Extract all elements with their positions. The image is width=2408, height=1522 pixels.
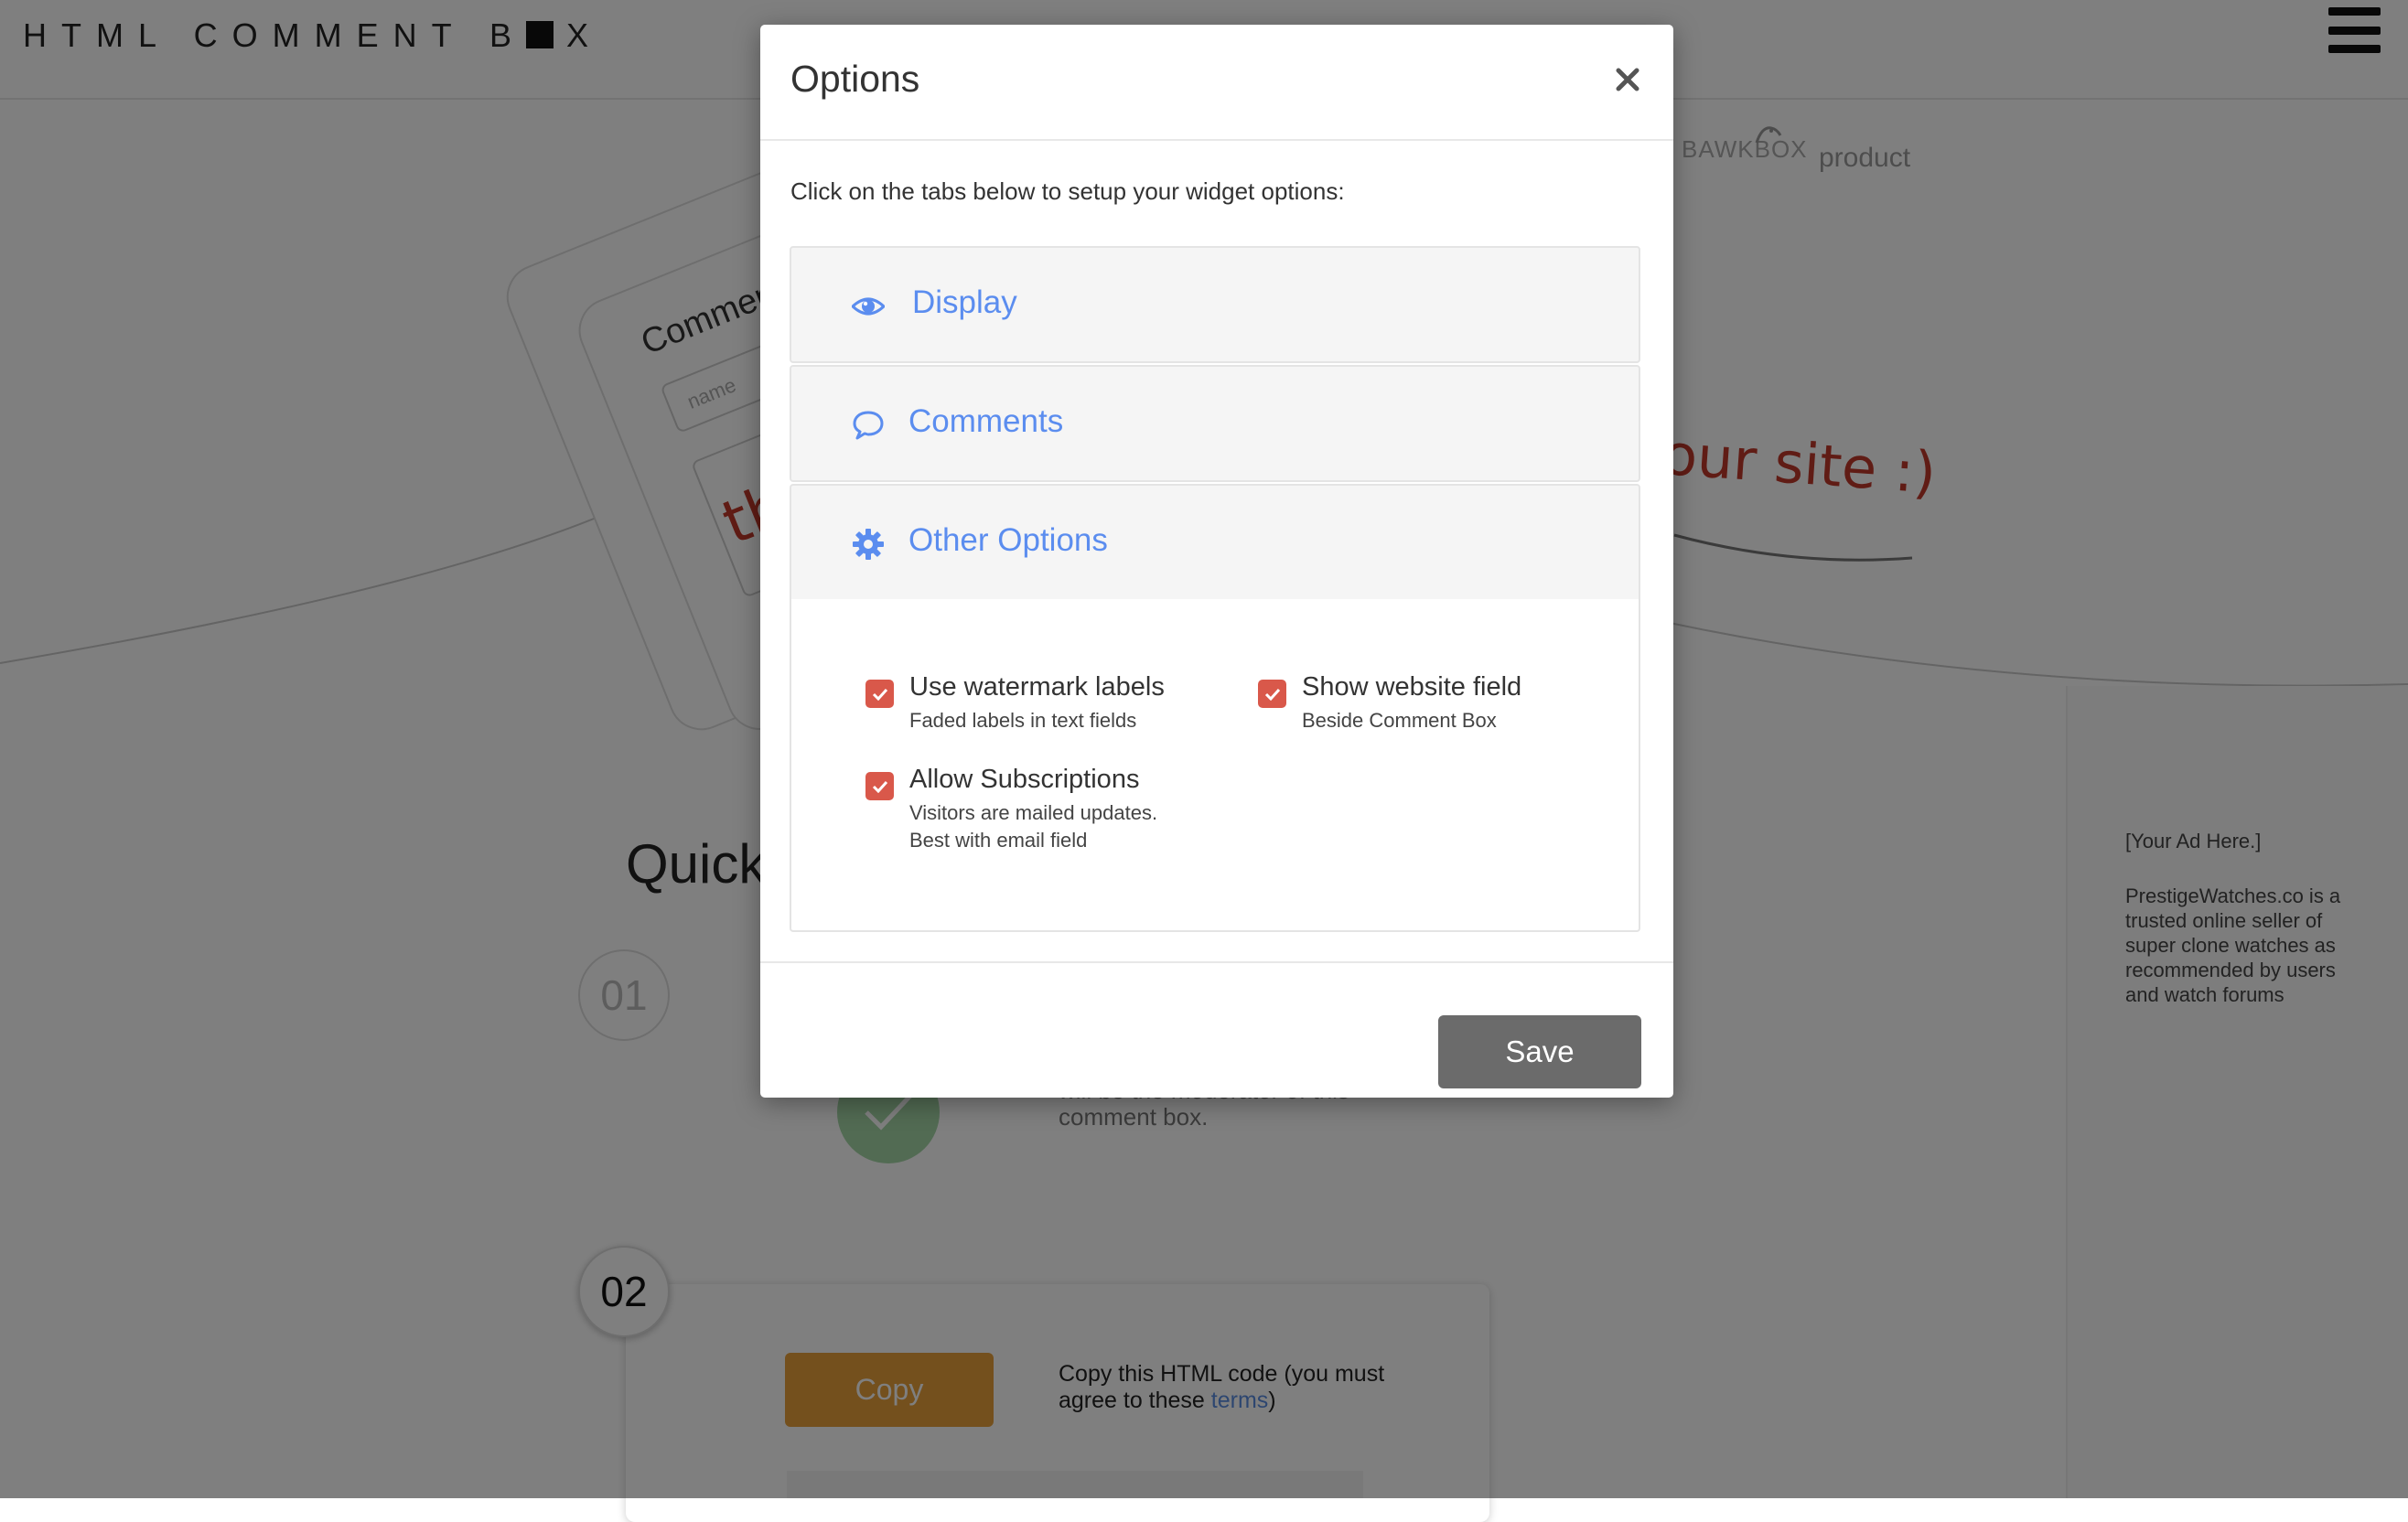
- tab-comments[interactable]: Comments: [790, 365, 1640, 482]
- tab-comments-label: Comments: [908, 403, 1064, 439]
- watermark-labels-checkbox[interactable]: [865, 680, 894, 708]
- option-description: Beside Comment Box: [1302, 709, 1497, 732]
- option-title: Allow Subscriptions: [909, 765, 1140, 794]
- option-title: Show website field: [1302, 672, 1522, 702]
- subscriptions-checkbox[interactable]: [865, 772, 894, 800]
- checkmark-icon: [1264, 688, 1280, 701]
- website-field-checkbox[interactable]: [1258, 680, 1286, 708]
- option-description-2: Best with email field: [909, 829, 1088, 852]
- option-title: Use watermark labels: [909, 672, 1165, 702]
- modal-footer: Save: [760, 961, 1673, 1099]
- checkmark-icon: [872, 688, 887, 701]
- tab-display-label: Display: [912, 284, 1017, 320]
- tab-other-options[interactable]: Other Options: [790, 484, 1640, 601]
- tab-display[interactable]: Display: [790, 246, 1640, 363]
- close-icon[interactable]: [1609, 61, 1646, 98]
- gear-icon: [853, 529, 884, 560]
- checkmark-icon: [872, 780, 887, 793]
- options-modal: Options Click on the tabs below to setup…: [760, 25, 1673, 1098]
- modal-header: Options: [760, 25, 1673, 141]
- speech-bubble-icon: [853, 411, 884, 440]
- eye-icon: [852, 297, 885, 316]
- save-button[interactable]: Save: [1438, 1015, 1641, 1088]
- modal-intro-text: Click on the tabs below to setup your wi…: [790, 177, 1345, 205]
- other-options-panel: Use watermark labels Faded labels in tex…: [790, 599, 1640, 932]
- option-description: Visitors are mailed updates.: [909, 801, 1158, 824]
- modal-title: Options: [790, 58, 920, 100]
- tab-other-options-label: Other Options: [908, 522, 1108, 558]
- option-description: Faded labels in text fields: [909, 709, 1137, 732]
